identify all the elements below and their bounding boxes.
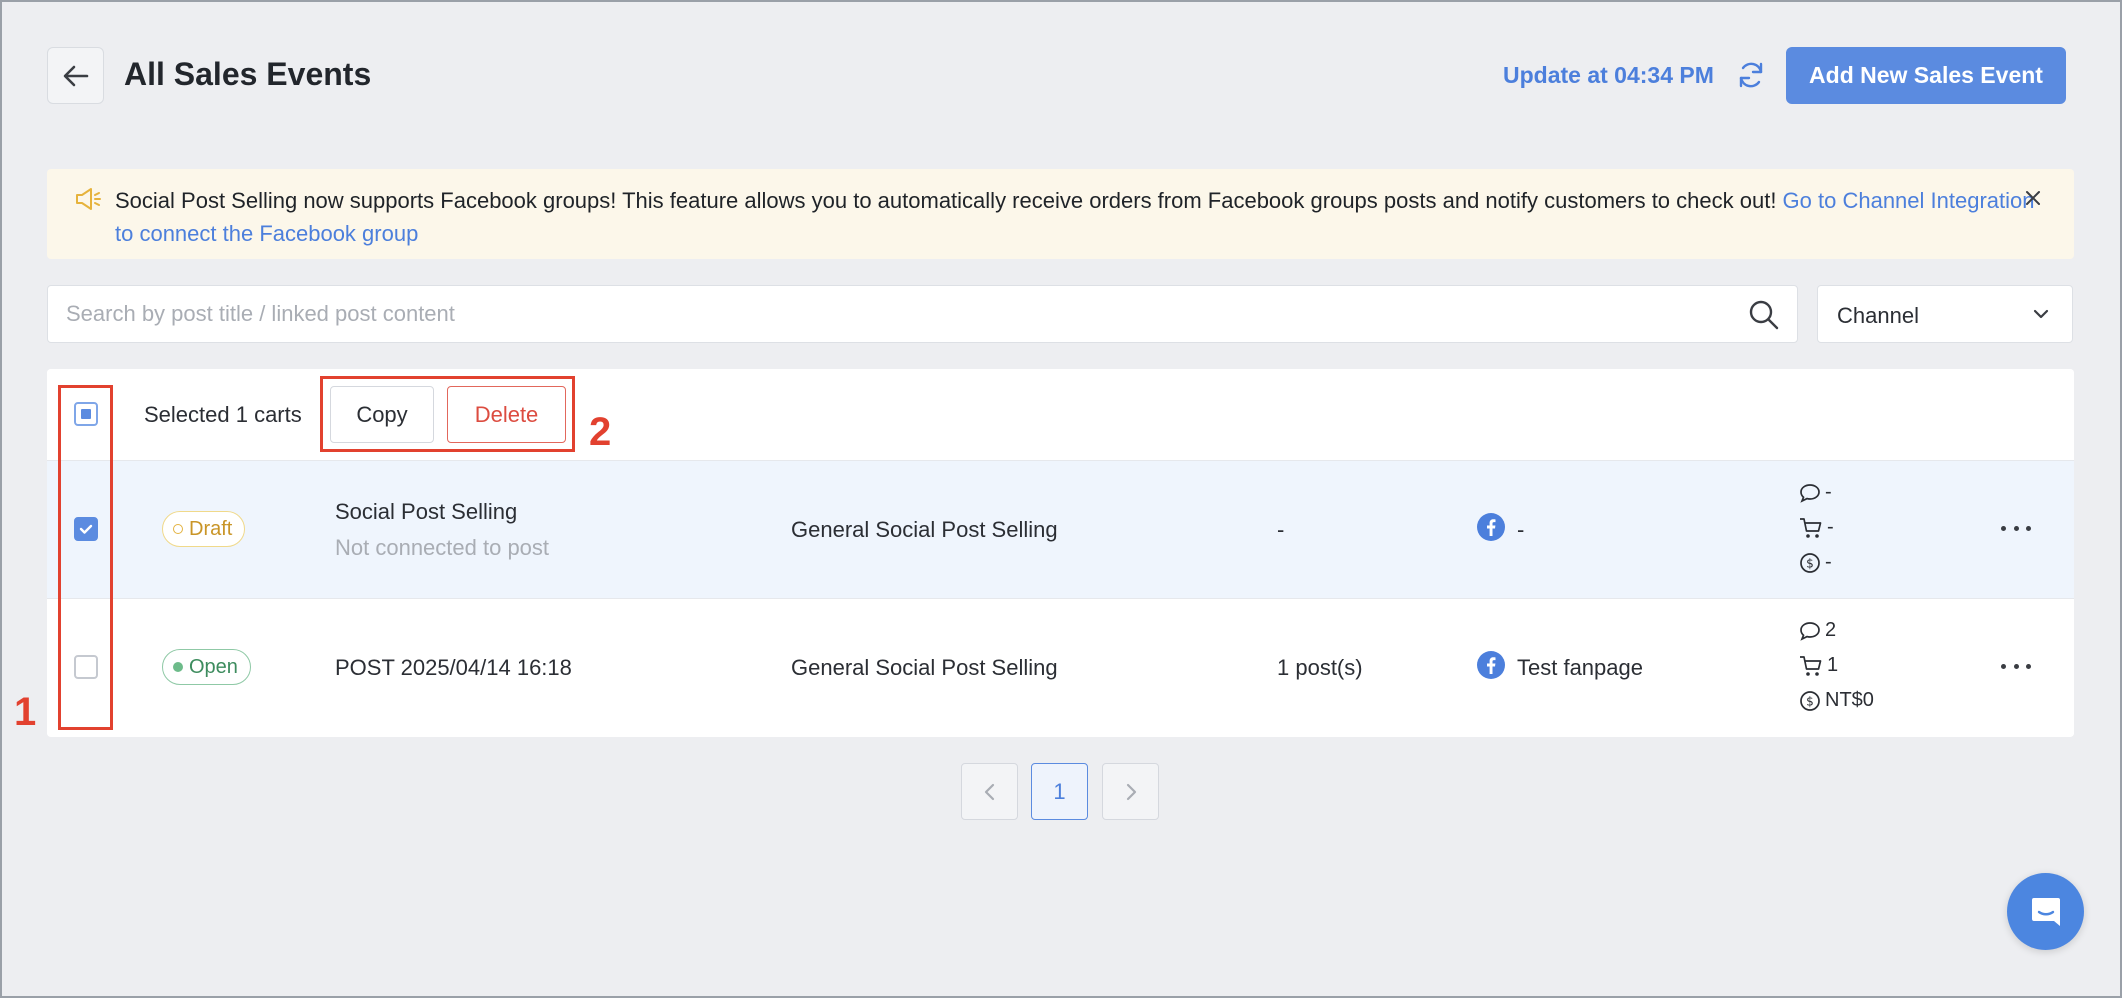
update-timestamp: Update at 04:34 PM xyxy=(1503,62,1714,88)
add-new-sales-event-button[interactable]: Add New Sales Event xyxy=(1786,47,2066,104)
status-dot xyxy=(173,524,183,534)
orders-stat: - xyxy=(1799,516,1834,539)
status-badge: Draft xyxy=(162,511,246,547)
status-badge: Open xyxy=(162,649,251,685)
facebook-icon xyxy=(1477,651,1505,679)
comments-value: 2 xyxy=(1825,619,1837,641)
chevron-down-icon xyxy=(2033,309,2049,319)
chat-support-button[interactable] xyxy=(2007,873,2084,950)
comment-icon xyxy=(1800,621,1820,641)
status-dot xyxy=(173,662,183,672)
page-button-current[interactable]: 1 xyxy=(1031,763,1088,820)
search-icon[interactable] xyxy=(1748,299,1780,331)
svg-text:$: $ xyxy=(1806,694,1814,708)
cart-icon xyxy=(1800,655,1822,676)
post-count: 1 post(s) xyxy=(1277,655,1363,680)
revenue-stat: $ - xyxy=(1799,551,1832,574)
comments-stat: - xyxy=(1799,481,1832,504)
annotation-box-actions xyxy=(320,376,575,452)
back-button[interactable] xyxy=(47,47,104,104)
channel-select[interactable]: Channel xyxy=(1817,285,2073,343)
search-input[interactable] xyxy=(48,286,1728,342)
event-title[interactable]: POST 2025/04/14 16:18 xyxy=(335,655,572,681)
more-options-icon[interactable] xyxy=(2001,526,2031,534)
orders-value: 1 xyxy=(1827,654,1839,676)
next-page-button[interactable] xyxy=(1102,763,1159,820)
status-label: Draft xyxy=(189,517,233,540)
notice-banner: Social Post Selling now supports Faceboo… xyxy=(47,169,2074,259)
comment-icon xyxy=(1800,483,1820,503)
page-title: All Sales Events xyxy=(124,56,372,92)
comments-value: - xyxy=(1825,481,1832,503)
svg-text:$: $ xyxy=(1806,556,1814,570)
table-row[interactable]: Open POST 2025/04/14 16:18 General Socia… xyxy=(47,598,2074,736)
annotation-box-checkboxes xyxy=(58,385,113,730)
event-type: General Social Post Selling xyxy=(791,517,1058,542)
status-label: Open xyxy=(189,655,238,678)
search-box xyxy=(47,285,1798,343)
post-count: - xyxy=(1277,517,1285,542)
prev-page-button[interactable] xyxy=(961,763,1018,820)
annotation-label-1: 1 xyxy=(14,690,37,734)
event-subtitle: Not connected to post xyxy=(335,535,550,560)
close-icon[interactable] xyxy=(2022,187,2044,209)
orders-value: - xyxy=(1827,516,1834,538)
channel-name: - xyxy=(1517,517,1525,542)
megaphone-icon xyxy=(76,188,101,210)
annotation-label-2: 2 xyxy=(589,410,612,454)
cart-icon xyxy=(1800,517,1822,538)
event-title[interactable]: Social Post Selling xyxy=(335,499,517,525)
chevron-left-icon xyxy=(984,783,994,800)
arrow-left-icon xyxy=(63,65,88,86)
orders-stat: 1 xyxy=(1799,654,1838,677)
channel-name: Test fanpage xyxy=(1517,655,1643,680)
event-type: General Social Post Selling xyxy=(791,655,1058,680)
revenue-value: - xyxy=(1825,551,1832,573)
comments-stat: 2 xyxy=(1799,619,1836,642)
selected-count: Selected 1 carts xyxy=(144,402,302,427)
notice-text: Social Post Selling now supports Faceboo… xyxy=(115,184,2045,250)
chat-icon xyxy=(2031,897,2060,926)
revenue-stat: $ NT$0 xyxy=(1799,689,1874,712)
dollar-circle-icon: $ xyxy=(1800,690,1820,711)
more-options-icon[interactable] xyxy=(2001,664,2031,672)
notice-message: Social Post Selling now supports Faceboo… xyxy=(115,188,1783,213)
dollar-circle-icon: $ xyxy=(1800,552,1820,573)
refresh-icon[interactable] xyxy=(1736,60,1766,90)
revenue-value: NT$0 xyxy=(1825,689,1874,711)
channel-select-label: Channel xyxy=(1837,303,1919,328)
facebook-icon xyxy=(1477,513,1505,541)
chevron-right-icon xyxy=(1126,783,1136,800)
table-row[interactable]: Draft Social Post Selling Not connected … xyxy=(47,460,2074,598)
